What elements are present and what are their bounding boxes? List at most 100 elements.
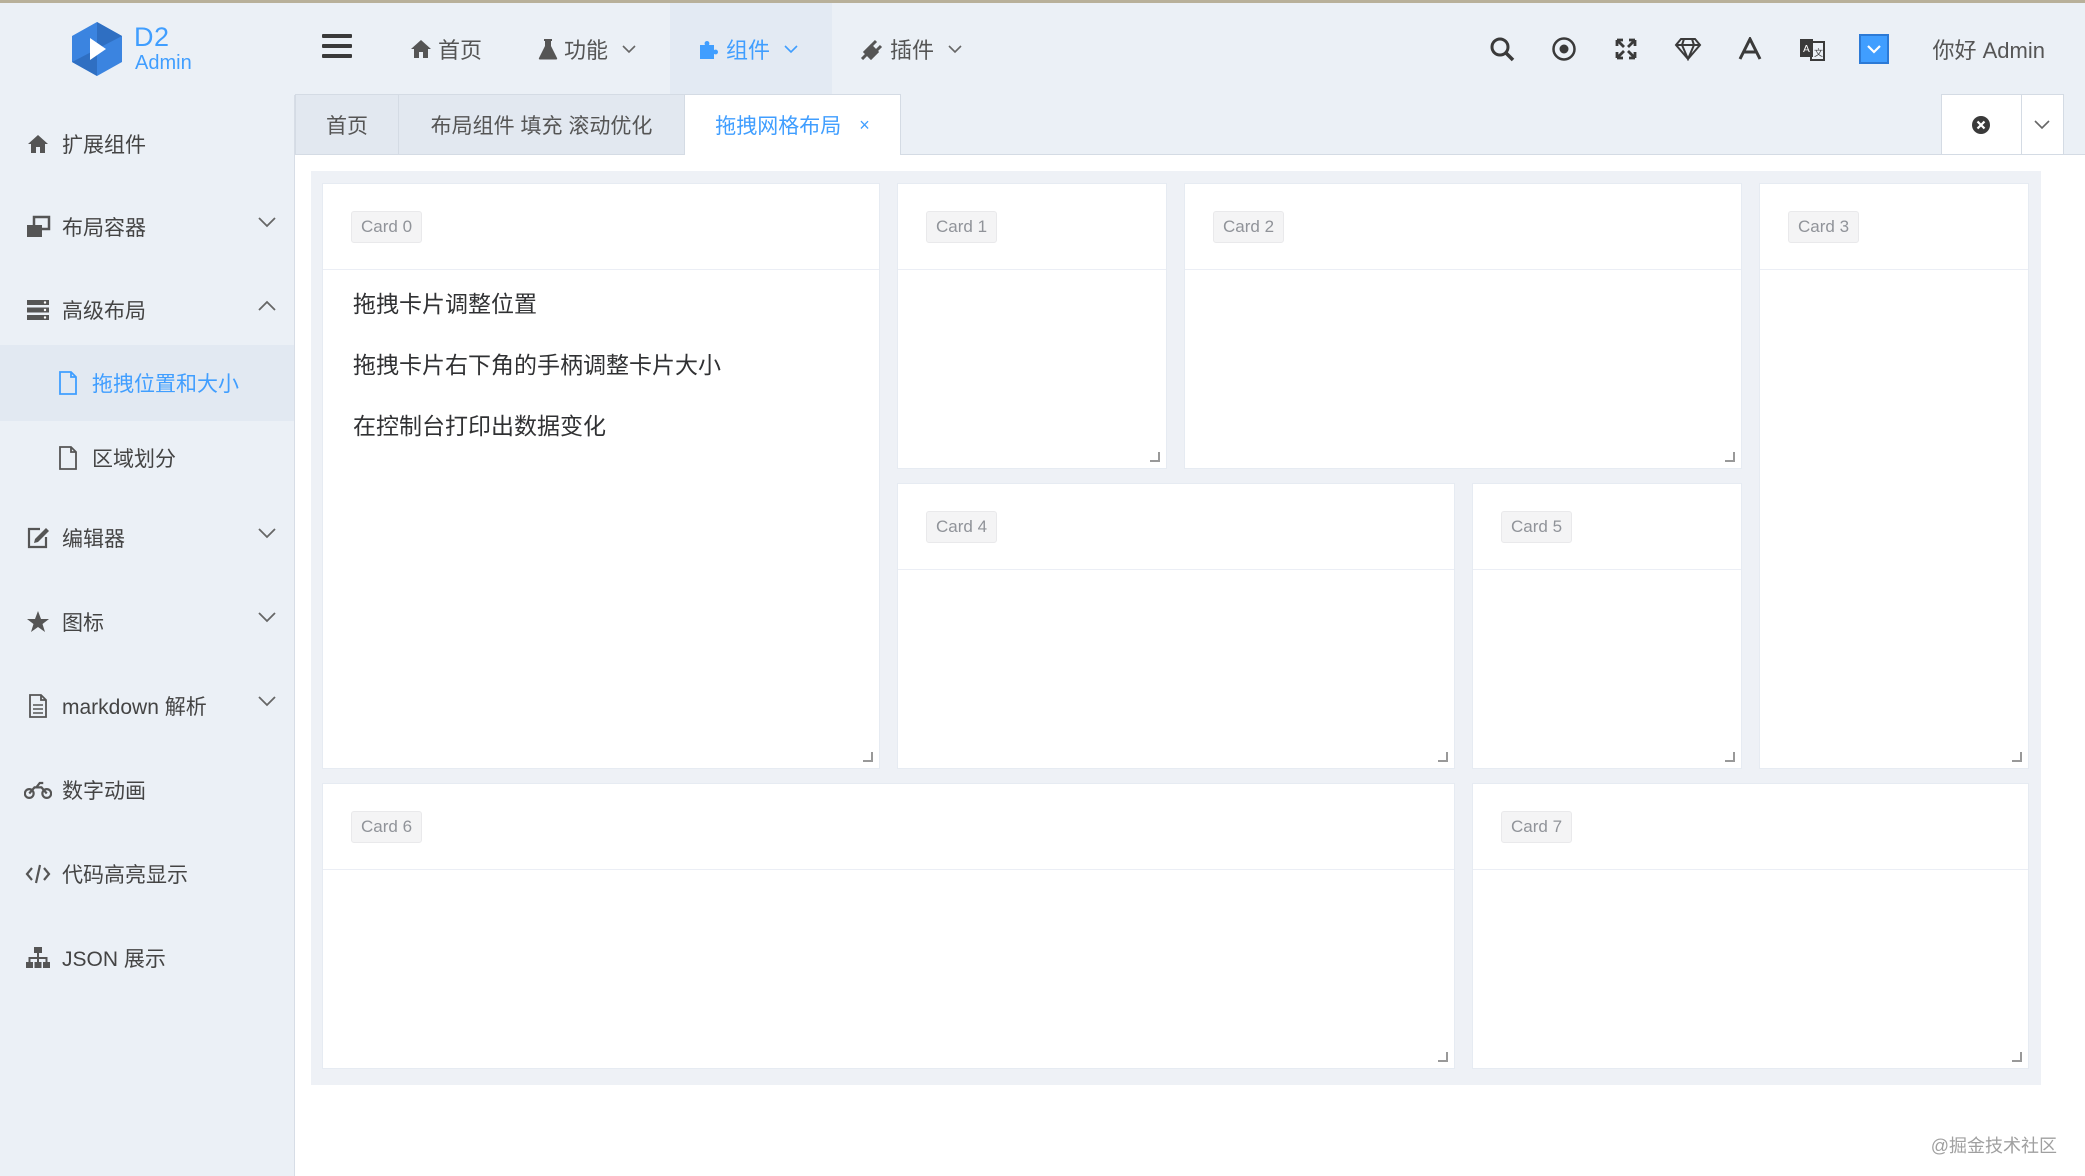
close-circle-icon <box>1972 115 1991 134</box>
header-toolbar: A文 你好 Admin <box>1471 3 2085 95</box>
resize-handle[interactable] <box>1150 452 1160 462</box>
sidebar-item-editor[interactable]: 编辑器 <box>0 500 294 576</box>
resize-handle[interactable] <box>1438 1052 1448 1062</box>
nav-components[interactable]: 组件 <box>670 3 833 95</box>
search-button[interactable] <box>1471 3 1533 95</box>
grid-card-5[interactable]: Card 5 <box>1472 483 1742 769</box>
window-restore-icon <box>24 213 52 241</box>
card-tag: Card 1 <box>926 211 998 243</box>
page-tabs: 首页 布局组件 填充 滚动优化 拖拽网格布局 × <box>295 94 2085 155</box>
theme-gem-button[interactable] <box>1657 3 1719 95</box>
file-icon <box>54 444 82 472</box>
card-text-line: 拖拽卡片调整位置 <box>353 291 537 317</box>
chevron-up-icon <box>258 300 276 311</box>
sidebar-item-label: JSON 展示 <box>62 948 166 971</box>
logo-text-d2: D2 <box>134 22 170 52</box>
sidebar-item-code-highlight[interactable]: 代码高亮显示 <box>0 836 294 912</box>
nav-components-label: 组件 <box>726 38 771 63</box>
resize-handle[interactable] <box>2012 1052 2022 1062</box>
fullscreen-icon <box>1615 38 1636 60</box>
file-icon <box>54 369 82 397</box>
theme-select-button[interactable] <box>1843 3 1905 95</box>
font-size-button[interactable] <box>1719 3 1781 95</box>
card-header: Card 2 <box>1185 184 1741 270</box>
chevron-down-icon <box>784 44 798 53</box>
grid-card-2[interactable]: Card 2 <box>1184 183 1742 469</box>
plug-icon <box>860 39 883 60</box>
tab-layout-components[interactable]: 布局组件 填充 滚动优化 <box>398 94 685 154</box>
nav-home[interactable]: 首页 <box>382 3 510 95</box>
diamond-icon <box>1674 38 1701 61</box>
chevron-down-icon <box>258 612 276 623</box>
close-all-tabs-button[interactable] <box>1942 95 2022 154</box>
nav-home-label: 首页 <box>438 38 483 63</box>
svg-text:文: 文 <box>1814 47 1823 59</box>
tab-label: 布局组件 填充 滚动优化 <box>430 114 653 138</box>
record-icon <box>1551 37 1576 61</box>
grid-card-0[interactable]: Card 0 拖拽卡片调整位置 拖拽卡片右下角的手柄调整卡片大小 在控制台打印出… <box>322 183 880 769</box>
resize-handle[interactable] <box>1725 752 1735 762</box>
card-header: Card 3 <box>1760 184 2028 270</box>
resize-handle[interactable] <box>1725 452 1735 462</box>
tab-drag-grid-layout[interactable]: 拖拽网格布局 × <box>684 94 901 155</box>
app-logo[interactable]: D2 Admin <box>68 20 218 80</box>
card-tag: Card 6 <box>351 811 423 843</box>
sitemap-icon <box>24 944 52 972</box>
fullscreen-button[interactable] <box>1595 3 1657 95</box>
nav-plugins[interactable]: 插件 <box>832 3 996 95</box>
sidebar-item-number-animation[interactable]: 数字动画 <box>0 752 294 828</box>
sidebar-item-label: 代码高亮显示 <box>62 864 188 887</box>
log-button[interactable] <box>1533 3 1595 95</box>
grid-card-3[interactable]: Card 3 <box>1759 183 2029 769</box>
card-tag: Card 2 <box>1213 211 1285 243</box>
menu-toggle-icon[interactable] <box>322 34 352 60</box>
grid-card-6[interactable]: Card 6 <box>322 783 1455 1069</box>
card-tag: Card 5 <box>1501 511 1573 543</box>
sidebar-item-label: markdown 解析 <box>62 696 207 719</box>
tab-label: 拖拽网格布局 <box>715 115 842 138</box>
svg-text:A: A <box>1803 44 1810 55</box>
card-header: Card 4 <box>898 484 1454 570</box>
sidebar-item-icons[interactable]: 图标 <box>0 584 294 660</box>
tab-label: 首页 <box>326 114 368 138</box>
sidebar-item-label: 数字动画 <box>62 780 146 803</box>
sidebar-item-drag-position-size[interactable]: 拖拽位置和大小 <box>0 345 294 421</box>
file-text-icon <box>24 692 52 720</box>
tab-menu-button[interactable] <box>2022 95 2063 154</box>
flask-icon <box>538 39 558 60</box>
card-text-line: 在控制台打印出数据变化 <box>353 413 606 439</box>
sidebar-item-label: 高级布局 <box>62 300 146 323</box>
card-text-line: 拖拽卡片右下角的手柄调整卡片大小 <box>353 352 721 378</box>
sidebar-item-extend-components[interactable]: 扩展组件 <box>0 106 294 182</box>
card-header: Card 1 <box>898 184 1166 270</box>
resize-handle[interactable] <box>863 752 873 762</box>
font-size-icon <box>1738 37 1761 60</box>
watermark: @掘金技术社区 <box>1930 1136 2057 1156</box>
chevron-down-icon <box>258 528 276 539</box>
chevron-down-icon <box>258 696 276 707</box>
language-button[interactable]: A文 <box>1781 3 1843 95</box>
resize-handle[interactable] <box>1438 752 1448 762</box>
chevron-down-icon <box>948 44 962 53</box>
top-navigation: 首页 功能 组件 插件 <box>382 3 996 95</box>
grid-card-1[interactable]: Card 1 <box>897 183 1167 469</box>
sidebar-item-advanced-layout[interactable]: 高级布局 <box>0 272 294 348</box>
nav-features[interactable]: 功能 <box>510 3 670 95</box>
sidebar-item-json-display[interactable]: JSON 展示 <box>0 920 294 996</box>
grid-card-4[interactable]: Card 4 <box>897 483 1455 769</box>
user-greeting[interactable]: 你好 Admin <box>1905 33 2085 65</box>
sidebar-item-layout-container[interactable]: 布局容器 <box>0 189 294 265</box>
tab-home[interactable]: 首页 <box>295 94 399 154</box>
sidebar-item-region-division[interactable]: 区域划分 <box>0 420 294 496</box>
nav-features-label: 功能 <box>564 38 609 63</box>
grid-card-7[interactable]: Card 7 <box>1472 783 2029 1069</box>
tab-close-icon[interactable]: × <box>859 115 870 136</box>
card-header: Card 0 <box>323 184 879 270</box>
sidebar-item-label: 扩展组件 <box>62 134 146 157</box>
main-content: Card 0 拖拽卡片调整位置 拖拽卡片右下角的手柄调整卡片大小 在控制台打印出… <box>295 155 2085 1176</box>
d2-logo-icon <box>72 22 122 76</box>
resize-handle[interactable] <box>2012 752 2022 762</box>
sidebar-item-markdown[interactable]: markdown 解析 <box>0 668 294 744</box>
sidebar-item-label: 拖拽位置和大小 <box>92 373 239 396</box>
card-header: Card 5 <box>1473 484 1741 570</box>
